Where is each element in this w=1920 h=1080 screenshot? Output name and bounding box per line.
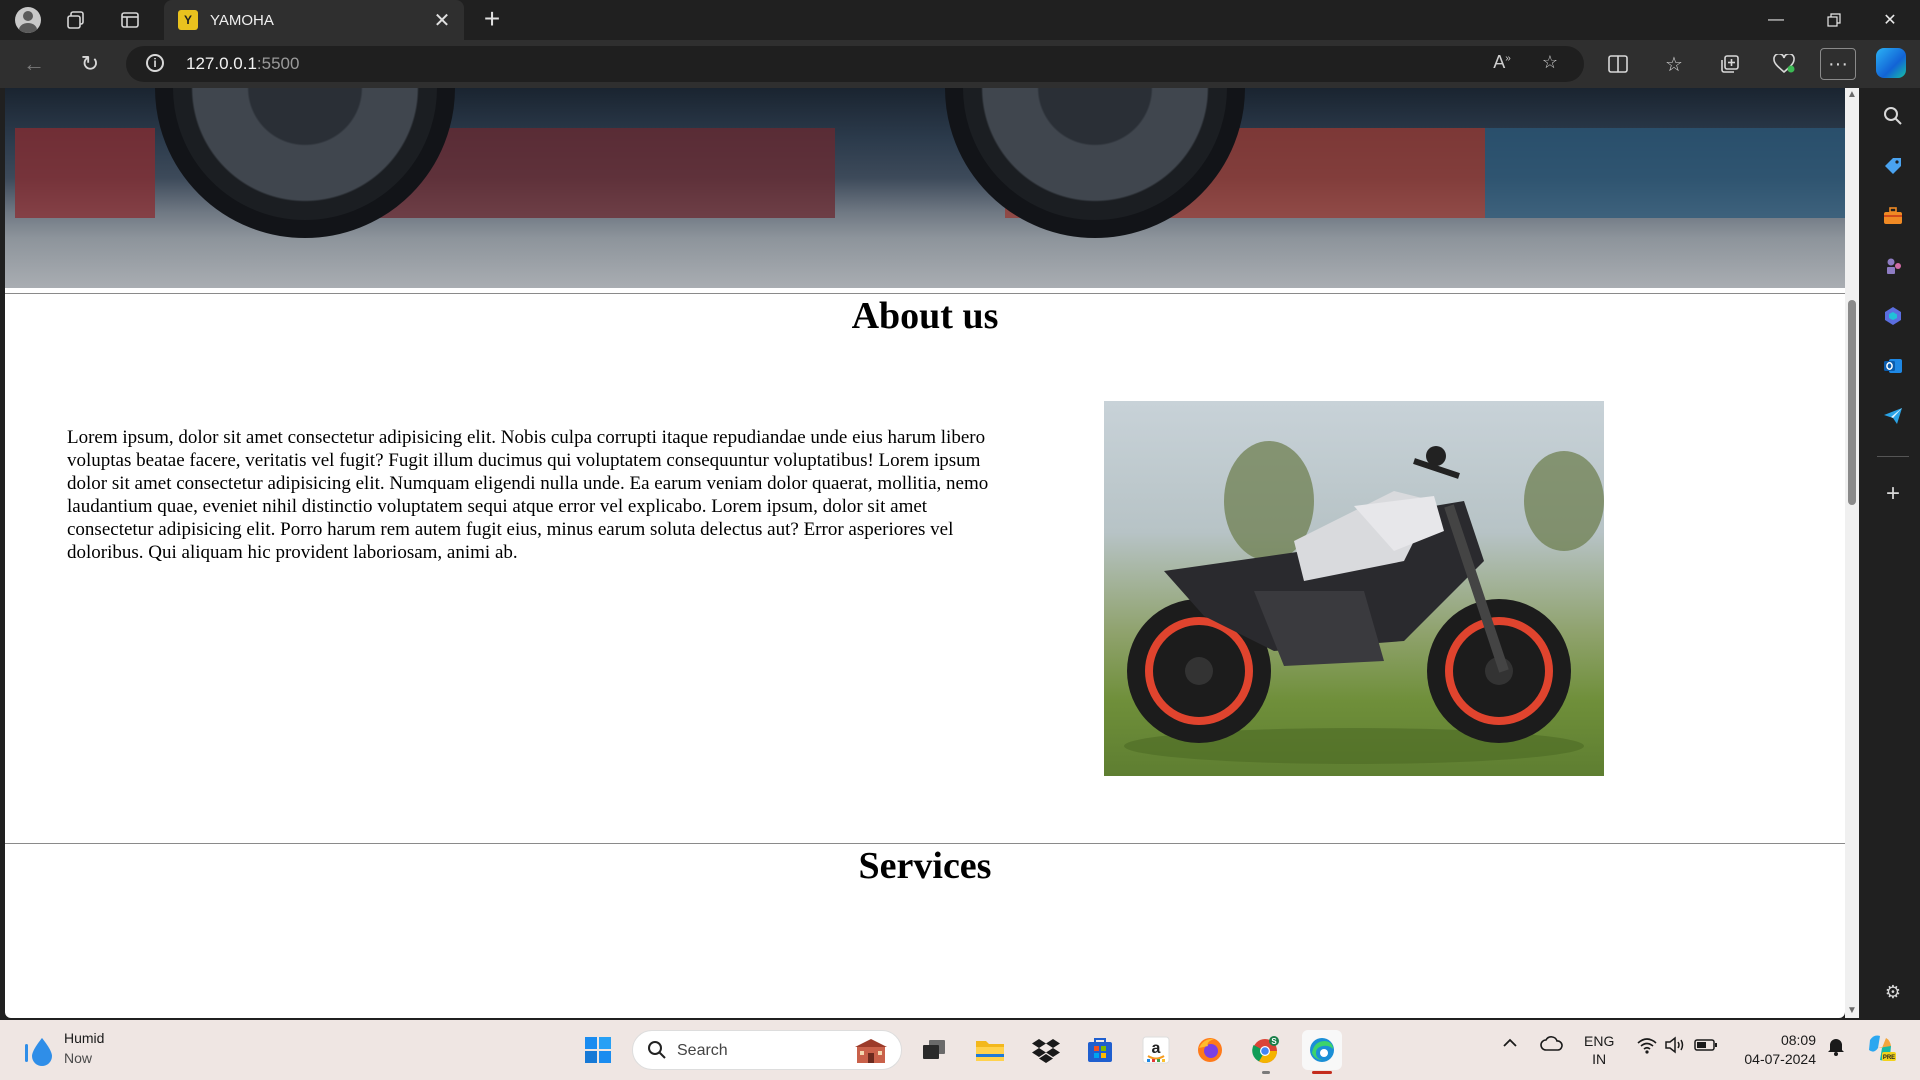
volume-icon[interactable] — [1664, 1036, 1686, 1057]
copilot-icon[interactable] — [1876, 48, 1906, 78]
minimize-icon[interactable]: — — [1748, 0, 1804, 40]
amazon-icon[interactable]: a — [1136, 1030, 1176, 1070]
refresh-icon[interactable]: ↻ — [72, 48, 108, 80]
telegram-send-icon[interactable] — [1879, 402, 1907, 430]
yamoha-favicon-icon: Y — [178, 10, 198, 30]
shopping-tag-icon[interactable] — [1879, 152, 1907, 180]
clock-date: 04-07-2024 — [1744, 1051, 1816, 1067]
read-aloud-icon[interactable]: A» — [1488, 52, 1516, 76]
windows-start-icon[interactable] — [578, 1030, 618, 1070]
clock-time: 08:09 — [1780, 1032, 1816, 1048]
about-us-heading: About us — [851, 295, 999, 337]
windows-taskbar: Humid Now Search a S ENG IN 08:09 04-07-… — [0, 1020, 1920, 1080]
battery-icon[interactable] — [1694, 1038, 1718, 1055]
sidebar-divider — [1877, 456, 1909, 457]
weather-title[interactable]: Humid — [64, 1030, 104, 1046]
firefox-icon[interactable] — [1190, 1030, 1230, 1070]
profile-avatar-icon[interactable] — [12, 4, 44, 36]
address-bar[interactable]: i 127.0.0.1:5500 A» ☆ — [126, 46, 1584, 82]
workspaces-icon[interactable] — [60, 4, 92, 36]
favorites-icon[interactable]: ☆ — [1656, 48, 1692, 80]
page-viewport: About us Lorem ipsum, dolor sit amet con… — [5, 88, 1845, 1018]
services-heading: Services — [858, 845, 992, 887]
sidebar-search-icon[interactable] — [1879, 102, 1907, 130]
new-tab-icon[interactable]: + — [476, 4, 508, 36]
humidity-drop-icon[interactable] — [22, 1034, 56, 1068]
clock[interactable]: 08:09 04-07-2024 — [1736, 1031, 1816, 1069]
url-text[interactable]: 127.0.0.1:5500 — [186, 54, 299, 74]
wifi-icon[interactable] — [1636, 1036, 1658, 1057]
show-hidden-icons-chevron-icon[interactable] — [1502, 1036, 1518, 1053]
microsoft-store-icon[interactable] — [1080, 1030, 1120, 1070]
back-icon[interactable]: ← — [16, 48, 52, 80]
outlook-icon[interactable] — [1879, 352, 1907, 380]
scrollbar-thumb[interactable] — [1848, 300, 1856, 505]
search-icon — [647, 1040, 667, 1065]
task-view-icon[interactable] — [914, 1030, 954, 1070]
site-info-icon[interactable]: i — [146, 54, 164, 72]
browser-essentials-icon[interactable] — [1766, 48, 1802, 80]
chrome-icon[interactable]: S — [1246, 1030, 1286, 1074]
language-indicator[interactable]: ENG IN — [1584, 1032, 1614, 1068]
notifications-bell-icon[interactable] — [1826, 1036, 1846, 1059]
about-us-paragraph: Lorem ipsum, dolor sit amet consectetur … — [67, 427, 989, 563]
collections-icon[interactable] — [1712, 48, 1748, 80]
settings-more-icon[interactable]: ··· — [1820, 48, 1856, 80]
weather-subtitle[interactable]: Now — [64, 1050, 92, 1066]
motorcycle-photo — [1104, 401, 1604, 776]
copilot-preview-icon[interactable]: PRE — [1864, 1032, 1896, 1067]
edge-icon[interactable] — [1302, 1030, 1342, 1074]
scroll-up-arrow-icon[interactable]: ▲ — [1847, 90, 1857, 100]
tab-actions-icon[interactable] — [114, 4, 146, 36]
close-window-icon[interactable]: ✕ — [1862, 0, 1918, 40]
navigation-bar: ← ↻ i 127.0.0.1:5500 A» ☆ ☆ ··· — [0, 40, 1920, 88]
restore-icon[interactable] — [1806, 0, 1862, 40]
svg-text:a: a — [1152, 1040, 1161, 1057]
games-chess-icon[interactable] — [1879, 252, 1907, 280]
tab-title: YAMOHA — [210, 11, 274, 29]
split-screen-icon[interactable] — [1600, 48, 1636, 80]
edge-sidebar: + ⚙ — [1865, 88, 1920, 1018]
dropbox-icon[interactable] — [1026, 1030, 1066, 1070]
search-label: Search — [677, 1042, 728, 1059]
tab-yamoha[interactable]: Y YAMOHA ✕ — [164, 0, 464, 40]
add-sidebar-app-icon[interactable]: + — [1879, 480, 1907, 508]
file-explorer-icon[interactable] — [970, 1030, 1010, 1070]
hero-motorcycle-image — [5, 88, 1845, 288]
favorite-star-icon[interactable]: ☆ — [1536, 52, 1564, 76]
microsoft-365-icon[interactable] — [1879, 302, 1907, 330]
page-scrollbar[interactable]: ▲ ▼ — [1845, 88, 1859, 1018]
scroll-down-arrow-icon[interactable]: ▼ — [1847, 1006, 1857, 1016]
tools-briefcase-icon[interactable] — [1879, 202, 1907, 230]
svg-text:PRE: PRE — [1883, 1055, 1895, 1061]
svg-text:S: S — [1271, 1037, 1277, 1046]
onedrive-cloud-icon[interactable] — [1540, 1036, 1564, 1055]
browser-title-bar: Y YAMOHA ✕ + — ✕ — [0, 0, 1920, 40]
close-tab-icon[interactable]: ✕ — [426, 8, 458, 33]
taskbar-search-box[interactable]: Search — [632, 1030, 902, 1070]
sidebar-settings-gear-icon[interactable]: ⚙ — [1879, 978, 1907, 1006]
search-highlight-building-icon — [855, 1039, 887, 1063]
